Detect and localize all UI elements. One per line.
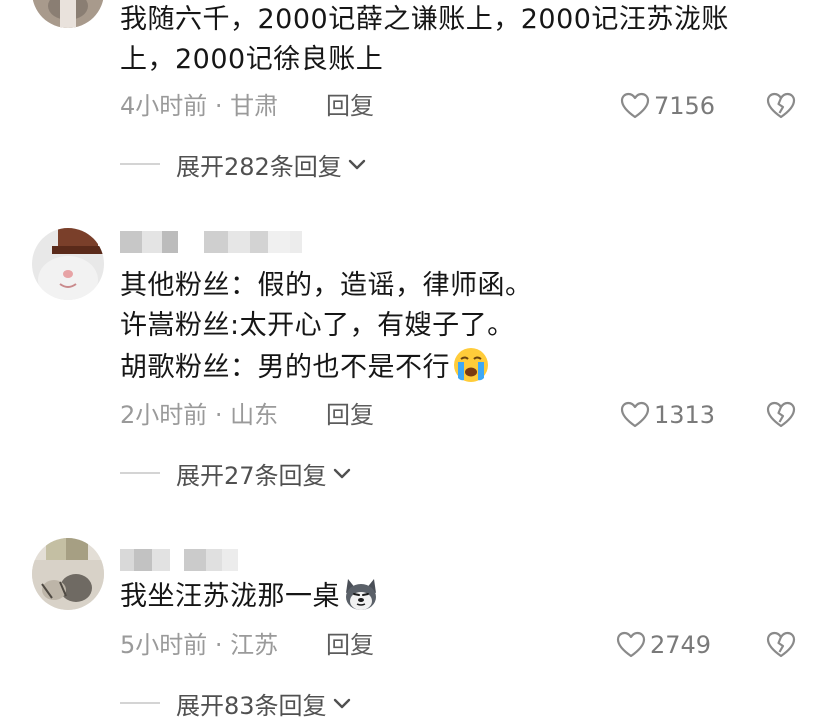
broken-heart-icon [766,631,796,658]
avatar[interactable] [32,228,104,300]
divider-dash [120,472,160,474]
avatar[interactable] [32,0,104,28]
heart-outline-icon [620,92,650,119]
comment-meta: 2小时前 · 山东 回复 1313 [120,395,800,435]
crying-face-emoji-icon [454,348,488,382]
reply-button[interactable]: 回复 [326,395,374,435]
divider-dash [120,702,160,704]
comment-text: 我坐汪苏泷那一桌 [120,575,800,617]
like-button[interactable]: 2749 [616,625,711,665]
comment-text-line: 我坐汪苏泷那一桌 [120,575,800,617]
reply-button[interactable]: 回复 [326,625,374,665]
dislike-button[interactable] [766,631,796,671]
chevron-down-icon [333,468,350,479]
chevron-down-icon [348,159,366,170]
divider-dash [120,163,160,165]
expand-replies-label: 展开27条回复 [176,461,327,490]
expand-replies-label: 展开83条回复 [176,691,327,720]
comment-text-line: 其他粉丝：假的，造谣，律师函。 [120,270,533,301]
chevron-down-icon [333,698,350,709]
comment-text-line: 胡歌粉丝：男的也不是不行 [120,346,800,388]
like-count: 1313 [654,401,716,429]
dislike-button[interactable] [766,401,796,441]
comment-meta: 4小时前 · 甘肃 回复 7156 [120,86,800,126]
expand-replies-button[interactable]: 展开27条回复 [120,455,353,491]
username-masked[interactable] [120,231,302,253]
like-button[interactable]: 1313 [620,395,715,435]
time-location: 2小时前 · 山东 [120,401,279,429]
dislike-button[interactable] [766,92,796,132]
like-count: 7156 [654,92,716,120]
comment-text-line: 我随六千，2000记薛之谦账上，2000记汪苏泷账 [120,4,729,35]
expand-replies-button[interactable]: 展开282条回复 [120,146,368,182]
expand-replies-label: 展开282条回复 [176,152,342,181]
heart-outline-icon [616,631,646,658]
heart-outline-icon [620,401,650,428]
username-masked[interactable] [120,549,238,571]
broken-heart-icon [766,92,796,119]
comment-text: 我随六千，2000记薛之谦账上，2000记汪苏泷账 上，2000记徐良账上 [120,0,800,80]
comment-text-line: 上，2000记徐良账上 [120,44,384,75]
comment-meta: 5小时前 · 江苏 回复 2749 [120,625,800,665]
avatar[interactable] [32,538,104,610]
like-count: 2749 [650,631,712,659]
reply-button[interactable]: 回复 [326,86,374,126]
comment-text: 其他粉丝：假的，造谣，律师函。 许嵩粉丝:太开心了，有嫂子了。 胡歌粉丝：男的也… [120,266,800,388]
time-location: 4小时前 · 甘肃 [120,92,279,120]
time-location: 5小时前 · 江苏 [120,631,279,659]
comment-text-fragment: 胡歌粉丝：男的也不是不行 [120,352,450,383]
comment-text-fragment: 我坐汪苏泷那一桌 [120,581,340,612]
comment-text-line: 许嵩粉丝:太开心了，有嫂子了。 [120,310,515,341]
expand-replies-button[interactable]: 展开83条回复 [120,685,353,721]
broken-heart-icon [766,401,796,428]
husky-dog-face-emoji-icon [346,579,376,610]
like-button[interactable]: 7156 [620,86,715,126]
